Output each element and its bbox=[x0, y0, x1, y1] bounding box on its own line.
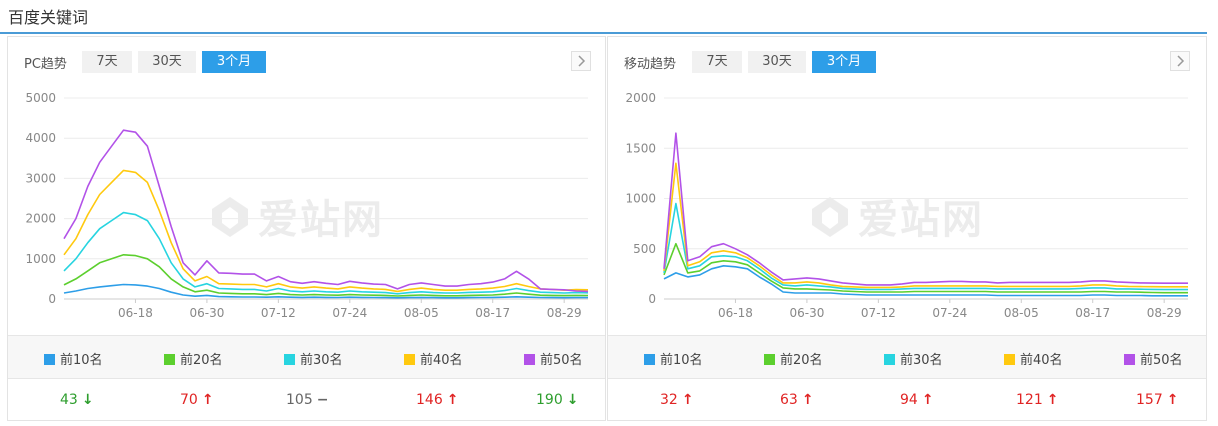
arrow-up-icon: ↑ bbox=[921, 392, 934, 408]
tab-30-days[interactable]: 30天 bbox=[138, 51, 196, 73]
legend-item-top20[interactable]: 前20名 bbox=[164, 349, 223, 368]
series-line-5 bbox=[663, 132, 1188, 286]
tab-7-days[interactable]: 7天 bbox=[82, 51, 132, 73]
panel-title: 移动趋势 bbox=[624, 57, 677, 72]
arrow-up-icon: ↑ bbox=[1046, 392, 1059, 408]
legend-item-top50[interactable]: 前50名 bbox=[1124, 349, 1183, 368]
panel-title: PC趋势 bbox=[24, 57, 67, 72]
page-title: 百度关键词 bbox=[8, 8, 89, 27]
stat-top50: 157 ↑ bbox=[1136, 392, 1179, 408]
x-tick-label: 06-18 bbox=[118, 306, 153, 320]
x-tick-label: 08-17 bbox=[475, 306, 510, 320]
chevron-right-icon bbox=[578, 55, 586, 67]
stat-top10: 32 ↑ bbox=[660, 392, 694, 408]
dash-icon: − bbox=[316, 392, 329, 408]
arrow-up-icon: ↑ bbox=[1166, 392, 1179, 408]
legend-item-top40[interactable]: 前40名 bbox=[1004, 349, 1063, 368]
legend-swatch bbox=[404, 354, 415, 365]
stat-top40: 121 ↑ bbox=[1016, 392, 1059, 408]
legend-swatch bbox=[764, 354, 775, 365]
x-tick-label: 06-30 bbox=[789, 306, 824, 320]
arrow-down-icon: ↓ bbox=[566, 392, 579, 408]
x-tick-label: 06-30 bbox=[189, 306, 224, 320]
stats-row: 43 ↓ 70 ↑ 105− 146 ↑ 190 ↓ bbox=[8, 379, 605, 421]
series-line-4 bbox=[63, 169, 589, 293]
tab-7-days[interactable]: 7天 bbox=[692, 51, 742, 73]
stat-top30: 94 ↑ bbox=[900, 392, 934, 408]
y-tick-label: 4000 bbox=[25, 131, 56, 145]
arrow-down-icon: ↓ bbox=[81, 392, 94, 408]
tab-3-months[interactable]: 3个月 bbox=[812, 51, 876, 73]
arrow-up-icon: ↑ bbox=[681, 392, 694, 408]
legend-item-top10[interactable]: 前10名 bbox=[44, 349, 103, 368]
legend-item-top30[interactable]: 前30名 bbox=[284, 349, 343, 368]
stat-top50: 190 ↓ bbox=[536, 392, 579, 408]
legend-swatch bbox=[884, 354, 895, 365]
legend: 前10名 前20名 前30名 前40名 前50名 bbox=[8, 335, 605, 379]
tab-30-days[interactable]: 30天 bbox=[748, 51, 806, 73]
legend-item-top20[interactable]: 前20名 bbox=[764, 349, 823, 368]
next-button[interactable] bbox=[571, 51, 591, 71]
legend-swatch bbox=[644, 354, 655, 365]
legend-item-top40[interactable]: 前40名 bbox=[404, 349, 463, 368]
series-line-3 bbox=[63, 211, 589, 295]
y-tick-label: 1000 bbox=[625, 192, 656, 206]
arrow-up-icon: ↑ bbox=[801, 392, 814, 408]
y-tick-label: 0 bbox=[48, 292, 56, 306]
x-tick-label: 07-12 bbox=[861, 306, 896, 320]
tab-3-months[interactable]: 3个月 bbox=[202, 51, 266, 73]
arrow-up-icon: ↑ bbox=[446, 392, 459, 408]
x-tick-label: 06-18 bbox=[718, 306, 753, 320]
stat-top30: 105− bbox=[286, 392, 329, 408]
pc-trend-chart: 0 1000 2000 3000 4000 5000 06-18 06-30 07-12 07-2… bbox=[25, 91, 589, 320]
x-tick-label: 07-12 bbox=[261, 306, 296, 320]
y-tick-label: 5000 bbox=[25, 91, 56, 105]
legend-swatch bbox=[1124, 354, 1135, 365]
legend-swatch bbox=[284, 354, 295, 365]
y-tick-label: 2000 bbox=[25, 212, 56, 226]
stat-top20: 70 ↑ bbox=[180, 392, 214, 408]
mobile-trend-panel: 移动趋势 7天 30天 3个月 爱站网 0 500 1000 1500 2000 06-1… bbox=[607, 36, 1207, 421]
legend-item-top30[interactable]: 前30名 bbox=[884, 349, 943, 368]
y-tick-label: 500 bbox=[633, 242, 656, 256]
mobile-trend-chart: 0 500 1000 1500 2000 06-18 06-30 07-12 07-24 08-0… bbox=[625, 91, 1188, 320]
stats-row: 32 ↑ 63 ↑ 94 ↑ 121 ↑ 157 ↑ bbox=[608, 379, 1206, 421]
legend-swatch bbox=[44, 354, 55, 365]
y-tick-label: 1500 bbox=[625, 141, 656, 155]
series-line-3 bbox=[663, 202, 1188, 291]
legend: 前10名 前20名 前30名 前40名 前50名 bbox=[608, 335, 1206, 379]
series-line-5 bbox=[63, 129, 589, 293]
y-tick-label: 2000 bbox=[625, 91, 656, 105]
arrow-up-icon: ↑ bbox=[201, 392, 214, 408]
stat-top10: 43 ↓ bbox=[60, 392, 94, 408]
stat-top40: 146 ↑ bbox=[416, 392, 459, 408]
title-divider bbox=[0, 32, 1207, 34]
chevron-right-icon bbox=[1177, 55, 1185, 67]
legend-swatch bbox=[164, 354, 175, 365]
x-tick-label: 08-29 bbox=[1147, 306, 1182, 320]
x-tick-label: 08-17 bbox=[1075, 306, 1110, 320]
legend-item-top10[interactable]: 前10名 bbox=[644, 349, 703, 368]
legend-item-top50[interactable]: 前50名 bbox=[524, 349, 583, 368]
y-tick-label: 0 bbox=[648, 292, 656, 306]
x-tick-label: 07-24 bbox=[932, 306, 967, 320]
legend-swatch bbox=[1004, 354, 1015, 365]
stat-top20: 63 ↑ bbox=[780, 392, 814, 408]
legend-swatch bbox=[524, 354, 535, 365]
y-tick-label: 3000 bbox=[25, 171, 56, 185]
x-tick-label: 08-05 bbox=[1004, 306, 1039, 320]
next-button[interactable] bbox=[1170, 51, 1190, 71]
pc-trend-panel: PC趋势 7天 30天 3个月 爱站网 0 1000 2000 3000 4000 500… bbox=[7, 36, 606, 421]
x-tick-label: 07-24 bbox=[332, 306, 367, 320]
x-tick-label: 08-05 bbox=[404, 306, 439, 320]
y-tick-label: 1000 bbox=[25, 252, 56, 266]
x-tick-label: 08-29 bbox=[547, 306, 582, 320]
